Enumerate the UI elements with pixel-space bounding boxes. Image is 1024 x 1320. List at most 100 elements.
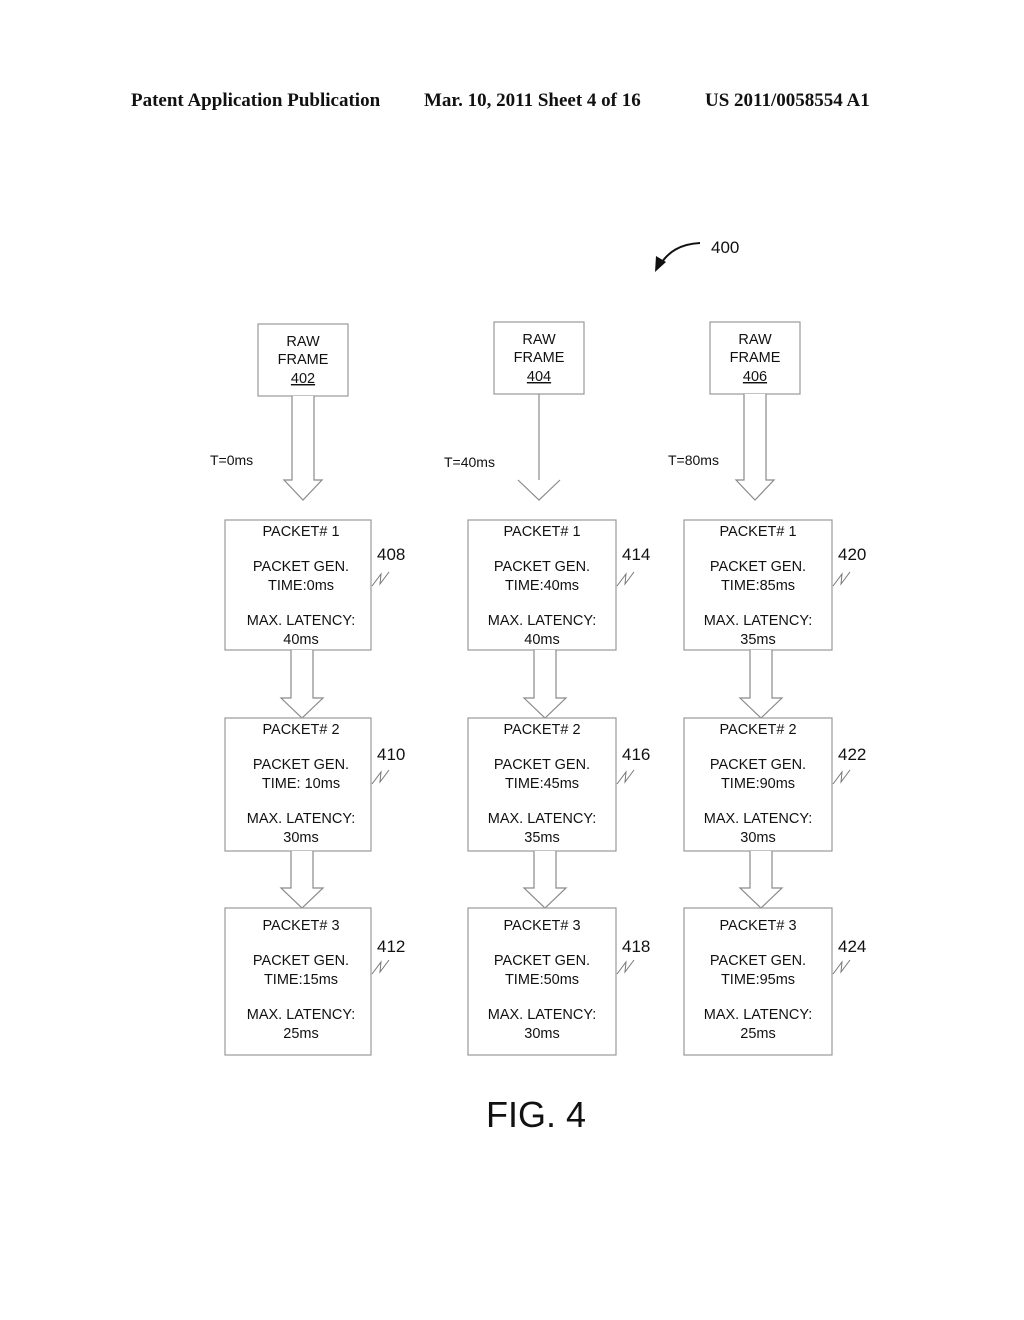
packet-box: PACKET# 1 PACKET GEN. TIME:40ms MAX. LATENC… — [467, 519, 650, 651]
max-latency-label: MAX. LATENCY: — [488, 1007, 597, 1023]
max-latency-value: 30ms — [524, 1026, 559, 1042]
leader-squiggle-icon — [371, 959, 390, 975]
raw-frame-box: RAW FRAME 406 — [709, 321, 801, 395]
packet-gen-label: PACKET GEN. — [494, 953, 590, 969]
raw-frame-box: RAW FRAME 404 — [493, 321, 585, 395]
max-latency-label: MAX. LATENCY: — [488, 811, 597, 827]
frame-column: RAW FRAME 406 T=80ms PACKET# 1 PACKET GEN. TIM… — [668, 321, 866, 1056]
hollow-down-arrow-icon — [738, 851, 784, 909]
figure-ref-label: 400 — [711, 238, 739, 257]
packet-ref-numeral: 424 — [838, 937, 866, 956]
raw-frame-ref: 402 — [291, 371, 315, 387]
packet-number: PACKET# 3 — [719, 918, 796, 934]
packet-box: PACKET# 3 PACKET GEN. TIME:50ms MAX. LATENC… — [467, 907, 650, 1056]
max-latency-label: MAX. LATENCY: — [247, 613, 356, 629]
packet-gen-time: TIME:45ms — [505, 776, 579, 792]
packet-box: PACKET# 3 PACKET GEN. TIME:15ms MAX. LATENC… — [224, 907, 405, 1056]
max-latency-label: MAX. LATENCY: — [247, 811, 356, 827]
figure-ref-400: 400 — [655, 238, 739, 272]
raw-frame-box: RAW FRAME 402 — [257, 323, 349, 397]
packet-ref-numeral: 412 — [377, 937, 405, 956]
packet-number: PACKET# 1 — [503, 524, 580, 540]
packet-ref-numeral: 418 — [622, 937, 650, 956]
time-label: T=80ms — [668, 452, 719, 468]
packet-box: PACKET# 2 PACKET GEN. TIME:90ms MAX. LATENC… — [683, 717, 866, 852]
packet-gen-time: TIME:50ms — [505, 972, 579, 988]
max-latency-value: 35ms — [524, 830, 559, 846]
packet-gen-time: TIME:95ms — [721, 972, 795, 988]
packet-number: PACKET# 2 — [719, 722, 796, 738]
max-latency-label: MAX. LATENCY: — [488, 613, 597, 629]
hollow-down-arrow-icon — [522, 851, 568, 909]
leader-squiggle-icon — [616, 571, 635, 587]
packet-number: PACKET# 1 — [719, 524, 796, 540]
packet-ref-numeral: 420 — [838, 545, 866, 564]
max-latency-value: 40ms — [283, 632, 318, 648]
max-latency-label: MAX. LATENCY: — [704, 1007, 813, 1023]
packet-box: PACKET# 3 PACKET GEN. TIME:95ms MAX. LATENC… — [683, 907, 866, 1056]
hollow-down-arrow-icon — [279, 851, 325, 909]
max-latency-value: 25ms — [283, 1026, 318, 1042]
raw-frame-label-line1: RAW — [522, 332, 556, 348]
packet-gen-time: TIME:90ms — [721, 776, 795, 792]
figure-caption: FIG. 4 — [486, 1094, 586, 1135]
hollow-down-arrow-icon — [279, 650, 325, 719]
packet-gen-time: TIME:85ms — [721, 578, 795, 594]
leader-squiggle-icon — [616, 959, 635, 975]
packet-gen-label: PACKET GEN. — [253, 953, 349, 969]
frame-column: RAW FRAME 402 T=0ms PACKET# 1 PACKET GEN. TIME… — [210, 323, 405, 1056]
raw-frame-label-line1: RAW — [286, 334, 320, 350]
time-label: T=40ms — [444, 454, 495, 470]
packet-gen-label: PACKET GEN. — [710, 953, 806, 969]
packet-gen-label: PACKET GEN. — [710, 559, 806, 575]
packet-ref-numeral: 416 — [622, 745, 650, 764]
packet-ref-numeral: 410 — [377, 745, 405, 764]
max-latency-label: MAX. LATENCY: — [247, 1007, 356, 1023]
max-latency-value: 40ms — [524, 632, 559, 648]
max-latency-label: MAX. LATENCY: — [704, 811, 813, 827]
time-label: T=0ms — [210, 452, 253, 468]
packet-gen-label: PACKET GEN. — [710, 757, 806, 773]
packet-number: PACKET# 3 — [262, 918, 339, 934]
hollow-down-arrow-icon — [282, 396, 324, 501]
raw-frame-label-line2: FRAME — [730, 350, 781, 366]
packet-number: PACKET# 2 — [503, 722, 580, 738]
packet-gen-time: TIME:40ms — [505, 578, 579, 594]
max-latency-value: 25ms — [740, 1026, 775, 1042]
packet-gen-time: TIME:15ms — [264, 972, 338, 988]
packet-gen-label: PACKET GEN. — [253, 559, 349, 575]
leader-squiggle-icon — [371, 571, 390, 587]
hollow-down-arrow-icon — [522, 650, 568, 719]
down-arrow-icon — [517, 394, 561, 501]
max-latency-value: 30ms — [740, 830, 775, 846]
packet-ref-numeral: 422 — [838, 745, 866, 764]
max-latency-value: 35ms — [740, 632, 775, 648]
packet-number: PACKET# 2 — [262, 722, 339, 738]
raw-frame-label-line2: FRAME — [514, 350, 565, 366]
packet-box: PACKET# 1 PACKET GEN. TIME:85ms MAX. LATENC… — [683, 519, 866, 651]
packet-gen-label: PACKET GEN. — [494, 757, 590, 773]
raw-frame-ref: 406 — [743, 369, 767, 385]
leader-squiggle-icon — [832, 769, 851, 785]
packet-box: PACKET# 1 PACKET GEN. TIME:0ms MAX. LATENCY… — [224, 519, 405, 651]
leader-squiggle-icon — [371, 769, 390, 785]
curved-arrow-icon — [659, 242, 701, 266]
hollow-down-arrow-icon — [738, 650, 784, 719]
leader-squiggle-icon — [832, 959, 851, 975]
packet-gen-label: PACKET GEN. — [253, 757, 349, 773]
leader-squiggle-icon — [616, 769, 635, 785]
diagram-canvas: 400 RAW FRAME 402 T=0ms PACKET# 1 PACKET GEN.… — [210, 238, 866, 1135]
packet-number: PACKET# 1 — [262, 524, 339, 540]
raw-frame-label-line1: RAW — [738, 332, 772, 348]
packet-ref-numeral: 408 — [377, 545, 405, 564]
max-latency-value: 30ms — [283, 830, 318, 846]
packet-gen-time: TIME: 10ms — [262, 776, 340, 792]
leader-squiggle-icon — [832, 571, 851, 587]
frame-column: RAW FRAME 404 T=40ms PACKET# 1 PACKET GEN. TIM… — [444, 321, 650, 1056]
max-latency-label: MAX. LATENCY: — [704, 613, 813, 629]
packet-gen-time: TIME:0ms — [268, 578, 334, 594]
raw-frame-ref: 404 — [527, 369, 551, 385]
packet-box: PACKET# 2 PACKET GEN. TIME: 10ms MAX. LATEN… — [224, 717, 405, 852]
packet-ref-numeral: 414 — [622, 545, 650, 564]
packet-gen-label: PACKET GEN. — [494, 559, 590, 575]
